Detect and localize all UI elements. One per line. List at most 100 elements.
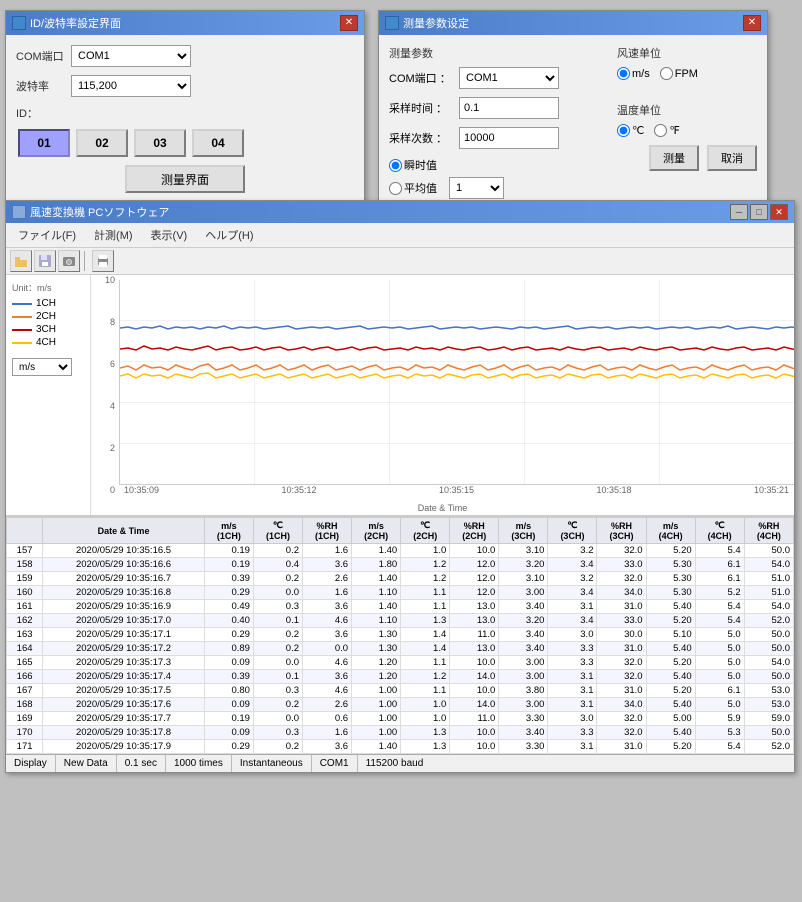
dialog2-titlebar: 测量参数设定 ✕: [379, 11, 767, 35]
table-cell: 1.80: [352, 558, 401, 572]
chart-container: Unit：m/s 1CH 2CH 3CH 4CH m/s FPM: [6, 275, 794, 516]
sample-count-row: 采样次数 ：: [389, 127, 607, 149]
com-select[interactable]: COM1 COM2 COM3 COM4: [71, 45, 191, 67]
table-cell: 1.1: [401, 684, 450, 698]
table-cell: 1.4: [401, 642, 450, 656]
table-cell: 51.0: [744, 572, 793, 586]
table-cell: 5.3: [695, 726, 744, 740]
table-cell: 5.20: [646, 740, 695, 754]
chart-svg: [120, 280, 794, 484]
data-table: Date & Time m/s(1CH) ℃(1CH) %RH(1CH) m/s…: [6, 517, 794, 754]
legend-title: Unit：m/s: [12, 281, 84, 294]
id-button-03[interactable]: 03: [134, 129, 186, 157]
toolbar-save-button[interactable]: [34, 250, 56, 272]
table-cell: 3.10: [499, 544, 548, 558]
dialog2-close-button[interactable]: ✕: [743, 15, 761, 31]
baud-select[interactable]: 9,600 19,200 38,400 57,600 115,200: [71, 75, 191, 97]
dialog2-com-select[interactable]: COM1 COM2 COM3 COM4: [459, 67, 559, 89]
table-cell: 2020/05/29 10:35:16.8: [43, 586, 205, 600]
table-cell: 13.0: [450, 642, 499, 656]
dialog1-close-button[interactable]: ✕: [340, 15, 358, 31]
table-cell: 3.1: [548, 740, 597, 754]
instant-radio[interactable]: [389, 159, 402, 172]
toolbar-print-button[interactable]: [92, 250, 114, 272]
table-cell: 164: [7, 642, 43, 656]
id-label-row: ID：: [16, 105, 354, 121]
id-button-04[interactable]: 04: [192, 129, 244, 157]
instant-label: 瞬时值: [404, 157, 437, 173]
unit-select[interactable]: m/s FPM: [12, 358, 72, 376]
table-cell: 0.1: [253, 670, 302, 684]
menu-file[interactable]: ファイル(F): [10, 225, 84, 245]
fahrenheit-radio-label[interactable]: ℉: [654, 124, 679, 137]
id-button-02[interactable]: 02: [76, 129, 128, 157]
table-row: 1662020/05/29 10:35:17.40.390.13.61.201.…: [7, 670, 794, 684]
toolbar-camera-button[interactable]: [58, 250, 80, 272]
celsius-radio[interactable]: [617, 124, 630, 137]
table-cell: 2020/05/29 10:35:17.3: [43, 656, 205, 670]
table-cell: 5.0: [695, 670, 744, 684]
xaxis-t2: 10:35:12: [281, 485, 316, 499]
measure-button[interactable]: 测量: [649, 145, 699, 171]
table-cell: 5.9: [695, 712, 744, 726]
table-cell: 32.0: [597, 726, 646, 740]
com-label: COM端口: [16, 48, 71, 64]
table-cell: 3.00: [499, 656, 548, 670]
sample-time-input[interactable]: [459, 97, 559, 119]
average-select[interactable]: 1 5 10 30 60: [449, 177, 504, 199]
table-cell: 5.20: [646, 656, 695, 670]
table-cell: 2020/05/29 10:35:17.5: [43, 684, 205, 698]
table-cell: 0.40: [204, 614, 253, 628]
menu-measure[interactable]: 計測(M): [86, 225, 141, 245]
table-cell: 1.6: [303, 726, 352, 740]
table-cell: 10.0: [450, 726, 499, 740]
table-cell: 0.80: [204, 684, 253, 698]
table-cell: 14.0: [450, 670, 499, 684]
table-cell: 5.40: [646, 670, 695, 684]
table-cell: 12.0: [450, 572, 499, 586]
legend-2ch-line: [12, 316, 32, 318]
menu-help[interactable]: ヘルプ(H): [197, 225, 261, 245]
average-radio-label[interactable]: 平均值: [389, 180, 437, 196]
dialog1-icon: [12, 16, 26, 30]
ms-radio-label[interactable]: m/s: [617, 67, 650, 80]
table-cell: 2020/05/29 10:35:17.6: [43, 698, 205, 712]
legend-3ch-label: 3CH: [36, 324, 56, 335]
menu-view[interactable]: 表示(V): [143, 225, 196, 245]
minimize-button[interactable]: ─: [730, 204, 748, 220]
table-cell: 5.0: [695, 698, 744, 712]
id-button-01[interactable]: 01: [18, 129, 70, 157]
table-cell: 3.2: [548, 572, 597, 586]
toolbar-open-button[interactable]: [10, 250, 32, 272]
table-cell: 1.20: [352, 670, 401, 684]
table-cell: 1.2: [401, 670, 450, 684]
table-cell: 1.00: [352, 726, 401, 740]
table-cell: 0.3: [253, 600, 302, 614]
fahrenheit-radio[interactable]: [654, 124, 667, 137]
measure-interface-button[interactable]: 测量界面: [125, 165, 245, 193]
table-cell: 4.6: [303, 684, 352, 698]
fpm-radio-label[interactable]: FPM: [660, 67, 698, 80]
ms-radio[interactable]: [617, 67, 630, 80]
maximize-button[interactable]: □: [750, 204, 768, 220]
th-ms-1ch: m/s(1CH): [204, 518, 253, 544]
sample-count-input[interactable]: [459, 127, 559, 149]
id-label: ID：: [16, 105, 71, 121]
xaxis-t4: 10:35:18: [596, 485, 631, 499]
table-cell: 3.1: [548, 684, 597, 698]
cancel-button[interactable]: 取消: [707, 145, 757, 171]
sample-time-row: 采样时间 ：: [389, 97, 607, 119]
fpm-radio[interactable]: [660, 67, 673, 80]
data-table-container[interactable]: Date & Time m/s(1CH) ℃(1CH) %RH(1CH) m/s…: [6, 516, 794, 754]
table-cell: 0.39: [204, 670, 253, 684]
instant-radio-label[interactable]: 瞬时值: [389, 157, 437, 173]
close-button[interactable]: ✕: [770, 204, 788, 220]
average-radio[interactable]: [389, 182, 402, 195]
average-radio-row: 平均值 1 5 10 30 60: [389, 177, 607, 199]
table-cell: 167: [7, 684, 43, 698]
table-cell: 3.00: [499, 586, 548, 600]
celsius-radio-label[interactable]: ℃: [617, 124, 644, 137]
table-cell: 162: [7, 614, 43, 628]
table-cell: 2020/05/29 10:35:17.4: [43, 670, 205, 684]
table-cell: 3.40: [499, 628, 548, 642]
